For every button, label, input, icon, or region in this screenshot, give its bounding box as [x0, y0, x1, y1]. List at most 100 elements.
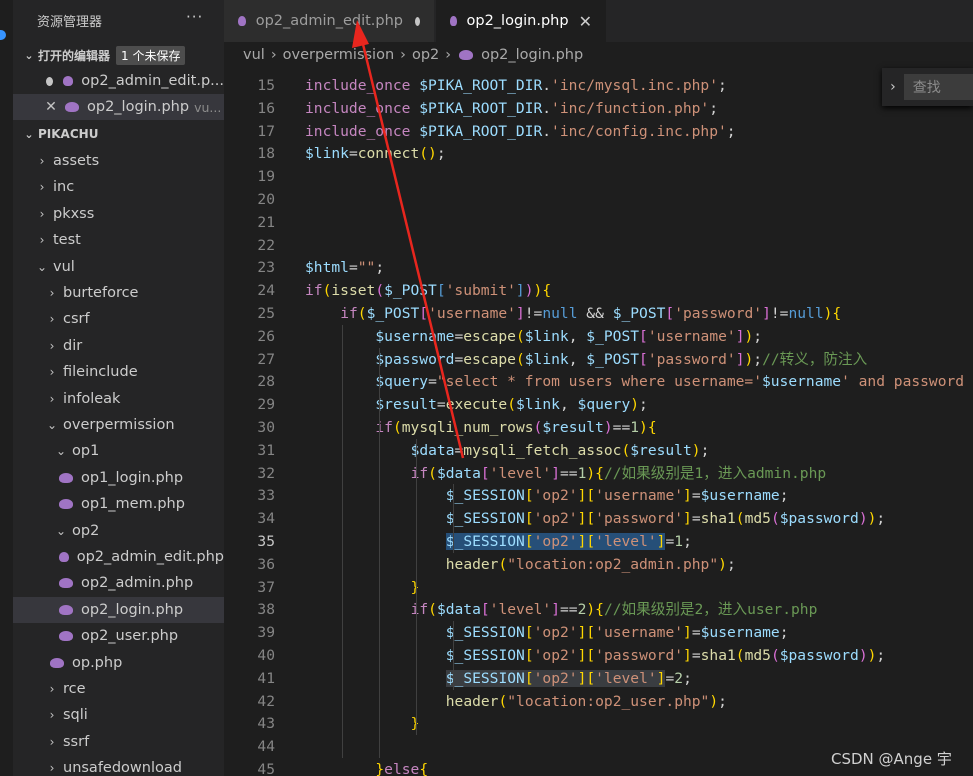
open-editors-header[interactable]: ⌄ 打开的编辑器 1 个未保存 — [13, 43, 224, 67]
code-line[interactable]: 36 header("location:op2_admin.php"); — [224, 553, 973, 576]
line-number: 41 — [257, 669, 275, 687]
tree-folder-unsafedownload[interactable]: › unsafedownload — [13, 755, 224, 776]
tree-folder-burteforce[interactable]: › burteforce — [13, 280, 224, 306]
chevron-down-icon: ⌄ — [24, 48, 34, 62]
tree-folder-vul[interactable]: ⌄ vul — [13, 254, 224, 280]
tree-folder-sqli[interactable]: › sqli — [13, 702, 224, 728]
code-line[interactable]: 17 include_once $PIKA_ROOT_DIR.'inc/confi… — [224, 120, 973, 143]
more-actions-icon[interactable]: ··· — [186, 8, 203, 26]
breadcrumb-item[interactable]: vul — [243, 47, 265, 63]
code-text: } — [410, 578, 420, 596]
code-line[interactable]: 19 — [224, 165, 973, 188]
tree-folder-ssrf[interactable]: › ssrf — [13, 729, 224, 755]
tree-folder-op2[interactable]: ⌄ op2 — [13, 518, 224, 544]
tree-file-op-php[interactable]: op.php — [13, 650, 224, 676]
tab-bar: op2_admin_edit.php op2_login.php ✕ — [224, 0, 973, 42]
code-line[interactable]: 15 include_once $PIKA_ROOT_DIR.'inc/mysql… — [224, 74, 973, 97]
tree-folder-pkxss[interactable]: › pkxss — [13, 201, 224, 227]
close-icon[interactable]: ✕ — [45, 99, 57, 115]
code-line[interactable]: 32 if($data['level']==1){//如果级别是1，进入admi… — [224, 462, 973, 485]
tree-folder-op1[interactable]: ⌄ op1 — [13, 438, 224, 464]
code-line[interactable]: 18 $link=connect(); — [224, 142, 973, 165]
tree-file-op2-admin-edit-php[interactable]: op2_admin_edit.php — [13, 544, 224, 570]
code-text: include_once $PIKA_ROOT_DIR.'inc/functio… — [305, 99, 718, 117]
code-line[interactable]: 26 $username=escape($link, $_POST['usern… — [224, 325, 973, 348]
indent-guide — [416, 438, 417, 736]
chevron-right-icon[interactable]: › — [882, 79, 904, 95]
chevron-right-icon: › — [49, 286, 55, 300]
line-number: 29 — [257, 396, 275, 414]
breadcrumb-item[interactable]: overpermission — [283, 47, 395, 63]
line-number: 21 — [257, 213, 275, 231]
chevron-right-icon: › — [49, 735, 55, 749]
line-number: 23 — [257, 259, 275, 277]
code-line[interactable]: 28 $query="select * from users where use… — [224, 370, 973, 393]
code-text: if($_POST['username']!=null && $_POST['p… — [340, 305, 842, 322]
tree-folder-inc[interactable]: › inc — [13, 174, 224, 200]
line-number: 16 — [257, 99, 275, 117]
tab-label: op2_admin_edit.php — [255, 13, 404, 29]
code-line[interactable]: 38 if($data['level']==2){//如果级别是2，进入user… — [224, 598, 973, 621]
code-line[interactable]: 16 include_once $PIKA_ROOT_DIR.'inc/funct… — [224, 97, 973, 120]
tab-op2-login[interactable]: op2_login.php ✕ — [436, 0, 606, 42]
code-line[interactable]: 39 $_SESSION['op2']['username']=$usernam… — [224, 621, 973, 644]
php-elephant-icon — [65, 102, 79, 112]
code-line[interactable]: 33 $_SESSION['op2']['username']=$usernam… — [224, 484, 973, 507]
code-text: header("location:op2_admin.php"); — [445, 555, 736, 573]
code-text: $password=escape($link, $_POST['password… — [375, 350, 868, 368]
tree-file-op1-mem-php[interactable]: op1_mem.php — [13, 491, 224, 517]
code-line[interactable]: 25 if($_POST['username']!=null && $_POST… — [224, 302, 973, 325]
unsaved-dot-icon[interactable] — [415, 16, 420, 26]
code-line[interactable]: 41 $_SESSION['op2']['level']=2; — [224, 667, 973, 690]
tree-folder-test[interactable]: › test — [13, 227, 224, 253]
tree-folder-dir[interactable]: › dir — [13, 333, 224, 359]
code-line[interactable]: 20 — [224, 188, 973, 211]
tree-file-op2-login-php[interactable]: op2_login.php — [13, 597, 224, 623]
code-line[interactable]: 34 $_SESSION['op2']['password']=sha1(md5… — [224, 507, 973, 530]
tree-file-op2-user-php[interactable]: op2_user.php — [13, 623, 224, 649]
tree-folder-csrf[interactable]: › csrf — [13, 306, 224, 332]
code-line[interactable]: 30 if(mysqli_num_rows($result)==1){ — [224, 416, 973, 439]
breadcrumb-item[interactable]: op2 — [412, 47, 439, 63]
tab-op2-admin-edit[interactable]: op2_admin_edit.php — [224, 0, 434, 42]
tree-folder-overpermission[interactable]: ⌄ overpermission — [13, 412, 224, 438]
line-number: 45 — [257, 761, 275, 776]
code-line[interactable]: 40 $_SESSION['op2']['password']=sha1(md5… — [224, 644, 973, 667]
code-line[interactable]: 22 — [224, 234, 973, 257]
code-line[interactable]: 43 } — [224, 712, 973, 735]
code-line[interactable]: 29 $result=execute($link, $query); — [224, 393, 973, 416]
code-line[interactable]: 23 $html=""; — [224, 256, 973, 279]
tree-folder-assets[interactable]: › assets — [13, 148, 224, 174]
code-line[interactable]: 37 } — [224, 576, 973, 599]
find-input[interactable]: 查找 — [903, 74, 973, 100]
code-editor[interactable]: 15 include_once $PIKA_ROOT_DIR.'inc/mysql… — [224, 68, 973, 776]
open-editor-item-login[interactable]: ✕ op2_login.php vu... — [13, 94, 224, 120]
code-line[interactable]: 31 $data=mysqli_fetch_assoc($result); — [224, 439, 973, 462]
php-elephant-icon — [459, 50, 474, 60]
tree-file-op1-login-php[interactable]: op1_login.php — [13, 465, 224, 491]
chevron-right-icon: › — [39, 207, 45, 221]
line-number: 35 — [257, 533, 275, 550]
tree-folder-fileinclude[interactable]: › fileinclude — [13, 359, 224, 385]
tree-folder-infoleak[interactable]: › infoleak — [13, 386, 224, 412]
open-editor-label: op2_login.php — [87, 99, 190, 115]
line-number: 43 — [257, 715, 275, 733]
close-icon[interactable]: ✕ — [579, 12, 592, 31]
breadcrumb-item[interactable]: op2_login.php — [481, 47, 583, 63]
code-line[interactable]: 21 — [224, 211, 973, 234]
code-line[interactable]: 24 if(isset($_POST['submit'])){ — [224, 279, 973, 302]
code-text: $html=""; — [305, 259, 385, 277]
workspace-header[interactable]: ⌄ PIKACHU — [13, 122, 224, 146]
open-editor-item-admin-edit[interactable]: op2_admin_edit.p... — [13, 68, 224, 94]
code-line[interactable]: 42 header("location:op2_user.php"); — [224, 690, 973, 713]
tree-file-op2-admin-php[interactable]: op2_admin.php — [13, 570, 224, 596]
code-line[interactable]: 27 $password=escape($link, $_POST['passw… — [224, 348, 973, 371]
code-text: $data=mysqli_fetch_assoc($result); — [410, 441, 710, 459]
tree-item-label: op2 — [72, 523, 100, 539]
php-elephant-icon — [59, 473, 73, 483]
chevron-down-icon: ⌄ — [55, 524, 67, 538]
line-number: 40 — [257, 647, 275, 664]
tree-folder-rce[interactable]: › rce — [13, 676, 224, 702]
chevron-right-icon: › — [39, 233, 45, 247]
code-line[interactable]: 35 $_SESSION['op2']['level']=1; — [224, 530, 973, 553]
